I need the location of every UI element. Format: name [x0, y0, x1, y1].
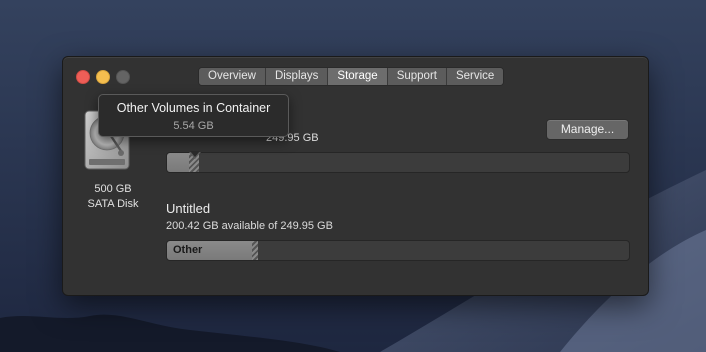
titlebar: Overview Displays Storage Support Servic…: [63, 57, 648, 95]
tab-support[interactable]: Support: [387, 68, 447, 85]
system-info-window: Overview Displays Storage Support Servic…: [62, 56, 649, 296]
disk-capacity: 500 GB: [94, 183, 132, 195]
tab-service[interactable]: Service: [446, 68, 504, 85]
tab-bar: Overview Displays Storage Support Servic…: [198, 67, 505, 86]
disk-caption: 500 GB SATA Disk: [73, 182, 153, 212]
disk-type: SATA Disk: [87, 198, 139, 210]
volume2-segment-other[interactable]: Other: [167, 241, 252, 260]
manage-button[interactable]: Manage...: [546, 119, 629, 140]
tab-overview[interactable]: Overview: [199, 68, 266, 85]
minimize-window-button[interactable]: [96, 70, 110, 84]
tab-displays[interactable]: Displays: [265, 68, 329, 85]
storage-tooltip: Other Volumes in Container 5.54 GB: [98, 94, 289, 137]
volume2-segment-other-volumes[interactable]: [252, 241, 258, 260]
tooltip-arrow-fill: [190, 151, 200, 157]
volume1-segment-other[interactable]: [167, 153, 189, 172]
volume2-segment-other-label: Other: [173, 244, 203, 256]
zoom-window-button[interactable]: [116, 70, 130, 84]
tab-storage[interactable]: Storage: [328, 68, 388, 85]
tooltip-title: Other Volumes in Container: [116, 101, 271, 115]
volume2-storage-bar[interactable]: Other: [166, 240, 630, 261]
close-window-button[interactable]: [76, 70, 90, 84]
tooltip-size: 5.54 GB: [173, 120, 214, 132]
volume2-name: Untitled: [166, 201, 211, 216]
volume2-available-text: 200.42 GB available of 249.95 GB: [166, 220, 333, 232]
volume1-storage-bar[interactable]: [166, 152, 630, 173]
